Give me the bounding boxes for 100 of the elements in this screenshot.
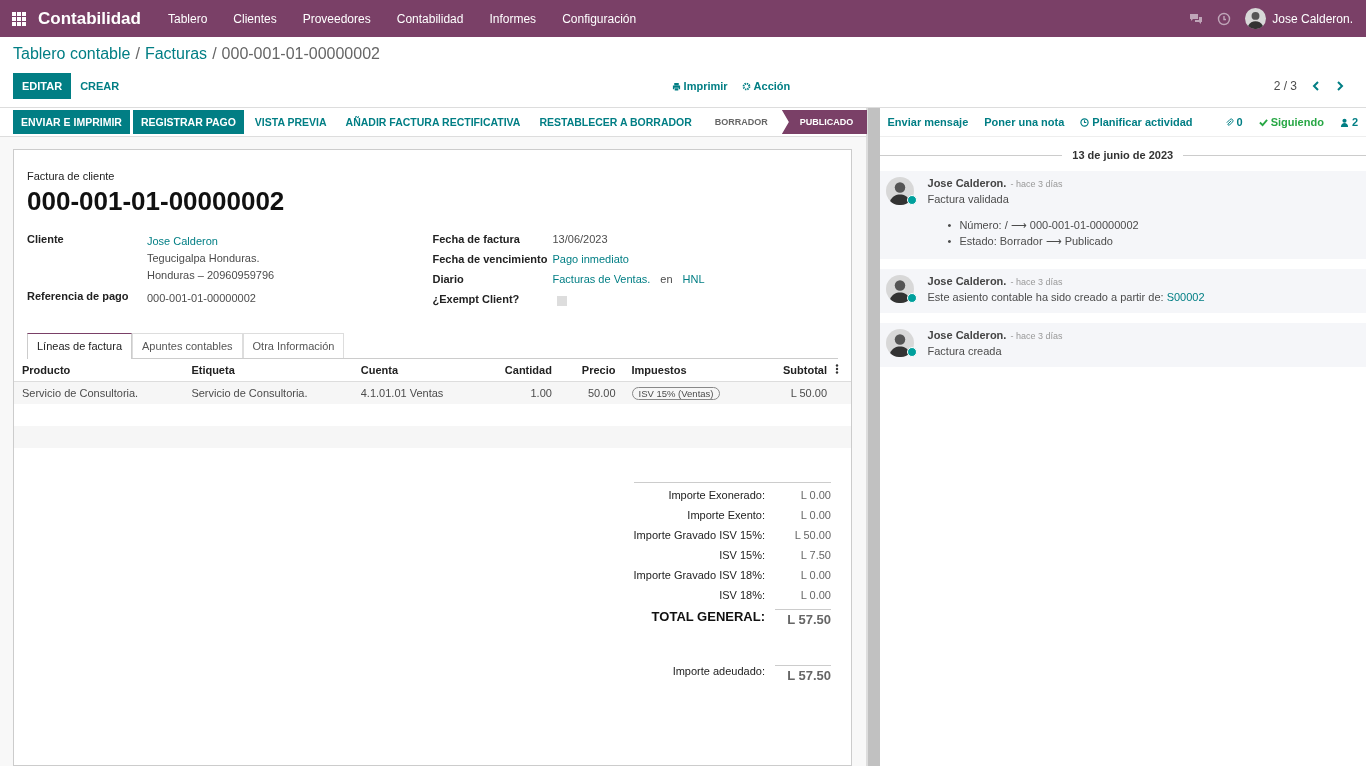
record-link[interactable]: S00002 [1166, 291, 1205, 303]
menu-item[interactable]: Clientes [220, 11, 290, 26]
message-author: Jose Calderon. [927, 275, 1007, 287]
total-value: L 0.00 [799, 509, 831, 521]
paperclip-icon [1224, 117, 1234, 127]
followers-count[interactable]: 2 [1351, 116, 1358, 128]
total-label: Importe Exonerado: [667, 489, 765, 501]
header-action-button[interactable]: ENVIAR E IMPRIMIR [13, 110, 130, 134]
message-author: Jose Calderon. [927, 329, 1007, 341]
print-link[interactable]: Imprimir [683, 80, 728, 92]
header-action-button[interactable]: VISTA PREVIA [246, 110, 335, 134]
menu-item[interactable]: Configuración [549, 11, 650, 26]
header-action-button[interactable]: AÑADIR FACTURA RECTIFICATIVA [337, 110, 529, 134]
table-cell: L 50.00 [758, 381, 835, 404]
total-label: ISV 15%: [718, 549, 765, 561]
total-value: L 0.00 [799, 569, 831, 581]
message-time: - hace 3 días [1010, 179, 1063, 189]
notebook-tab[interactable]: Líneas de factura [27, 333, 132, 359]
header-action-button[interactable]: REGISTRAR PAGO [132, 110, 244, 134]
previous-icon[interactable] [1311, 81, 1321, 91]
kebab-menu-icon[interactable] [835, 364, 839, 374]
column-header: Cuenta [352, 359, 480, 382]
table-cell: Servicio de Consultoria. [183, 381, 353, 404]
field-label: Fecha de vencimiento [432, 253, 549, 265]
total-label: Importe Gravado ISV 15%: [633, 529, 765, 541]
online-status-icon [906, 195, 917, 205]
column-header: Producto [14, 359, 184, 382]
menu-item[interactable]: Tablero [154, 11, 221, 26]
chatter-action[interactable]: Planificar actividad [1092, 116, 1193, 128]
field-label: Fecha de factura [432, 233, 521, 245]
gear-icon [741, 81, 751, 91]
amount-due-label: Importe adeudado: [671, 665, 765, 679]
message-time: - hace 3 días [1010, 331, 1063, 341]
edit-button[interactable]: EDITAR [13, 73, 72, 99]
avatar-icon [1245, 8, 1267, 29]
column-header: Precio [559, 359, 624, 382]
total-value: L 0.00 [799, 589, 831, 601]
avatar-icon [885, 177, 914, 205]
journal-link[interactable]: Facturas de Ventas. [552, 273, 651, 285]
message-text: Factura creada [927, 345, 1002, 357]
user-name[interactable]: Jose Calderon. [1272, 11, 1353, 26]
person-icon [1339, 117, 1349, 127]
scrollbar[interactable] [867, 108, 880, 766]
column-header: Subtotal [758, 359, 835, 382]
clock-icon [1080, 117, 1090, 127]
attachment-count[interactable]: 0 [1236, 116, 1243, 128]
notebook-tab[interactable]: Otra Información [242, 333, 345, 358]
menu-item[interactable]: Contabilidad [383, 11, 477, 26]
column-header: Cantidad [479, 359, 560, 382]
create-button[interactable]: CREAR [71, 73, 129, 99]
chatter-action[interactable]: Enviar mensaje [887, 116, 969, 128]
field-value: Honduras – 20960959796 [147, 268, 276, 283]
clock-icon[interactable] [1217, 11, 1232, 26]
menu-item[interactable]: Informes [476, 11, 550, 26]
action-link[interactable]: Acción [753, 80, 791, 92]
avatar-icon [885, 275, 914, 303]
breadcrumb[interactable]: Tablero contable [13, 45, 131, 63]
field-label: Diario [432, 273, 465, 285]
bullet: • [947, 234, 952, 249]
field-label: Cliente [27, 233, 65, 247]
field-value[interactable]: Pago inmediato [552, 253, 838, 265]
online-status-icon [906, 293, 917, 303]
table-cell: Servicio de Consultoria. [14, 381, 184, 404]
field-value: 000-001-01-00000002 [147, 291, 257, 306]
breadcrumb: 000-001-01-00000002 [221, 45, 380, 63]
next-icon[interactable] [1335, 81, 1345, 91]
tracking-change: Estado: Borrador ⟶ Publicado [959, 234, 1113, 249]
field-value: 13/06/2023 [552, 233, 609, 245]
amount-due-value: L 57.50 [775, 665, 831, 683]
message-text: Factura validada [927, 193, 1009, 205]
pager-counter: 2 / 3 [1273, 79, 1297, 93]
app-title: Contabilidad [38, 8, 141, 29]
apps-menu-icon[interactable] [12, 11, 26, 26]
chat-icon[interactable] [1189, 11, 1204, 26]
field-label: ¿Exempt Client? [432, 293, 521, 308]
field-value[interactable]: Jose Calderon [147, 233, 433, 250]
column-header: Etiqueta [183, 359, 353, 382]
print-icon [671, 81, 681, 91]
exempt-checkbox[interactable] [556, 296, 567, 306]
notebook-tab[interactable]: Apuntes contables [132, 333, 243, 358]
following-toggle[interactable]: Siguiendo [1270, 116, 1324, 128]
currency-link[interactable]: HNL [682, 273, 705, 285]
breadcrumb[interactable]: Facturas [144, 45, 208, 63]
check-icon [1258, 117, 1268, 127]
field-value: en [660, 273, 673, 285]
total-label: ISV 18%: [718, 589, 765, 601]
header-action-button[interactable]: RESTABLECER A BORRADOR [531, 110, 700, 134]
online-status-icon [906, 347, 917, 357]
total-label: Importe Exento: [686, 509, 765, 521]
avatar-icon [885, 329, 914, 357]
menu-item[interactable]: Proveedores [289, 11, 384, 26]
document-type: Factura de cliente [27, 170, 116, 182]
total-value: L 50.00 [793, 529, 831, 541]
bullet: • [947, 218, 952, 233]
chatter-action[interactable]: Poner una nota [984, 116, 1065, 128]
message-time: - hace 3 días [1010, 277, 1063, 287]
tracking-change: Número: / ⟶ 000-001-01-00000002 [959, 218, 1139, 233]
date-separator: 13 de junio de 2023 [1072, 149, 1174, 161]
breadcrumb-separator: / [135, 45, 140, 63]
status-stage[interactable]: PUBLICADO [781, 110, 868, 134]
